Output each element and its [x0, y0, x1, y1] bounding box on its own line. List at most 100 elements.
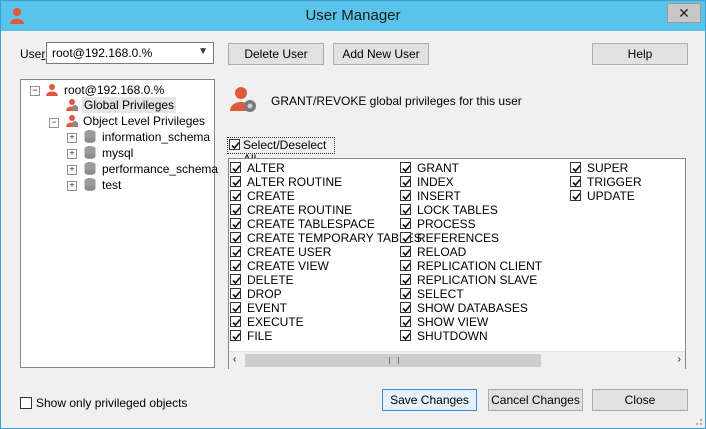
show-only-privileged-checkbox[interactable]: Show only privileged objects: [20, 396, 220, 410]
close-window-button[interactable]: ✕: [667, 3, 701, 23]
checkbox[interactable]: [570, 190, 581, 201]
privilege-label: REPLICATION CLIENT: [417, 259, 543, 273]
database-icon: [84, 162, 96, 175]
grip-icon: [389, 357, 399, 364]
select-all-checkbox[interactable]: Select/Deselect All: [227, 137, 335, 166]
user-icon: [66, 115, 78, 127]
privilege-label: INSERT: [417, 189, 461, 203]
checkbox[interactable]: [400, 246, 411, 257]
checkbox[interactable]: [230, 288, 241, 299]
add-new-user-button[interactable]: Add New User: [333, 43, 429, 65]
checkbox[interactable]: [400, 316, 411, 327]
privilege-label: CREATE VIEW: [247, 259, 329, 273]
checkbox[interactable]: [229, 139, 240, 150]
user-icon: [66, 99, 78, 111]
close-button[interactable]: Close: [592, 389, 688, 411]
privilege-label: SHOW DATABASES: [417, 301, 528, 315]
checkbox[interactable]: [230, 302, 241, 313]
checkbox[interactable]: [400, 260, 411, 271]
checkbox[interactable]: [230, 204, 241, 215]
database-icon: [84, 146, 96, 159]
user-privileges-icon: [230, 87, 256, 112]
checkbox[interactable]: [400, 302, 411, 313]
privilege-label: SELECT: [417, 287, 464, 301]
checkbox[interactable]: [400, 162, 411, 173]
user-icon: [46, 84, 58, 96]
user-select[interactable]: root@192.168.0.% ▼: [46, 42, 214, 64]
checkbox[interactable]: [230, 316, 241, 327]
checkbox[interactable]: [230, 246, 241, 257]
privilege-label: EXECUTE: [247, 315, 304, 329]
checkbox[interactable]: [230, 176, 241, 187]
expand-database-toggle[interactable]: +: [67, 165, 77, 175]
tree-item-object-level-privileges[interactable]: Object Level Privileges: [83, 113, 205, 129]
checkbox[interactable]: [400, 204, 411, 215]
privilege-label: INDEX: [417, 175, 454, 189]
checkbox[interactable]: [400, 232, 411, 243]
horizontal-scrollbar[interactable]: ‹ ›: [229, 351, 685, 369]
database-icon: [84, 130, 96, 143]
checkbox[interactable]: [230, 218, 241, 229]
privilege-label: CREATE: [247, 189, 295, 203]
checkbox[interactable]: [230, 232, 241, 243]
tree-item-database[interactable]: performance_schema: [102, 161, 218, 177]
user-manager-window: User Manager ✕ User root@192.168.0.% ▼ D…: [0, 0, 706, 429]
privilege-label: EVENT: [247, 301, 288, 315]
privilege-label: DELETE: [247, 273, 294, 287]
privilege-label: FILE: [247, 329, 273, 343]
help-button[interactable]: Help: [592, 43, 688, 65]
checkbox[interactable]: [400, 288, 411, 299]
checkbox[interactable]: [230, 190, 241, 201]
scroll-right-icon[interactable]: ›: [678, 354, 681, 365]
checkbox[interactable]: [400, 176, 411, 187]
title-bar[interactable]: User Manager ✕: [1, 1, 705, 31]
expand-database-toggle[interactable]: +: [67, 181, 77, 191]
expand-database-toggle[interactable]: +: [67, 149, 77, 159]
checkbox[interactable]: [400, 218, 411, 229]
checkbox[interactable]: [400, 190, 411, 201]
privilege-label: PROCESS: [417, 217, 476, 231]
delete-user-button[interactable]: Delete User: [228, 43, 324, 65]
expand-database-toggle[interactable]: +: [67, 133, 77, 143]
user-label: User: [20, 47, 46, 61]
privilege-label: GRANT: [417, 161, 459, 175]
checkbox[interactable]: [570, 162, 581, 173]
checkbox[interactable]: [230, 330, 241, 341]
collapse-object-level-toggle[interactable]: −: [49, 118, 59, 128]
cancel-changes-button[interactable]: Cancel Changes: [488, 389, 583, 411]
privilege-label: CREATE USER: [247, 245, 332, 259]
privilege-label: REPLICATION SLAVE: [417, 273, 538, 287]
checkbox[interactable]: [20, 397, 32, 409]
save-changes-button[interactable]: Save Changes: [382, 389, 477, 411]
collapse-root-toggle[interactable]: −: [30, 86, 40, 96]
privilege-label: CREATE TABLESPACE: [247, 217, 375, 231]
user-select-value: root@192.168.0.%: [52, 46, 153, 60]
tree-item-database[interactable]: test: [102, 177, 121, 193]
privilege-label: SUPER: [587, 161, 629, 175]
privilege-label: UPDATE: [587, 189, 635, 203]
privilege-label: RELOAD: [417, 245, 467, 259]
header-description: GRANT/REVOKE global privileges for this …: [271, 94, 522, 108]
tree-item-global-privileges[interactable]: Global Privileges: [82, 97, 177, 113]
checkbox[interactable]: [570, 176, 581, 187]
checkbox[interactable]: [400, 274, 411, 285]
scroll-left-icon[interactable]: ‹: [233, 354, 236, 365]
tree-item-database[interactable]: mysql: [102, 145, 133, 161]
checkbox[interactable]: [230, 260, 241, 271]
tree-item-root-user[interactable]: root@192.168.0.%: [64, 82, 164, 98]
privilege-label: DROP: [247, 287, 282, 301]
user-tree[interactable]: − root@192.168.0.% Global Privileges − O…: [20, 79, 218, 368]
resize-grip-icon[interactable]: [693, 416, 703, 426]
privilege-label: ALTER ROUTINE: [247, 175, 343, 189]
privilege-label: CREATE TEMPORARY TABLES: [247, 231, 422, 245]
scroll-thumb[interactable]: [245, 354, 541, 367]
show-only-privileged-label: Show only privileged objects: [36, 396, 188, 410]
chevron-down-icon: ▼: [198, 46, 208, 57]
privilege-label: SHOW VIEW: [417, 315, 489, 329]
privilege-label: TRIGGER: [587, 175, 642, 189]
tree-item-database[interactable]: information_schema: [102, 129, 210, 145]
checkbox[interactable]: [230, 274, 241, 285]
checkbox[interactable]: [230, 162, 241, 173]
checkbox[interactable]: [400, 330, 411, 341]
privilege-label: REFERENCES: [417, 231, 500, 245]
